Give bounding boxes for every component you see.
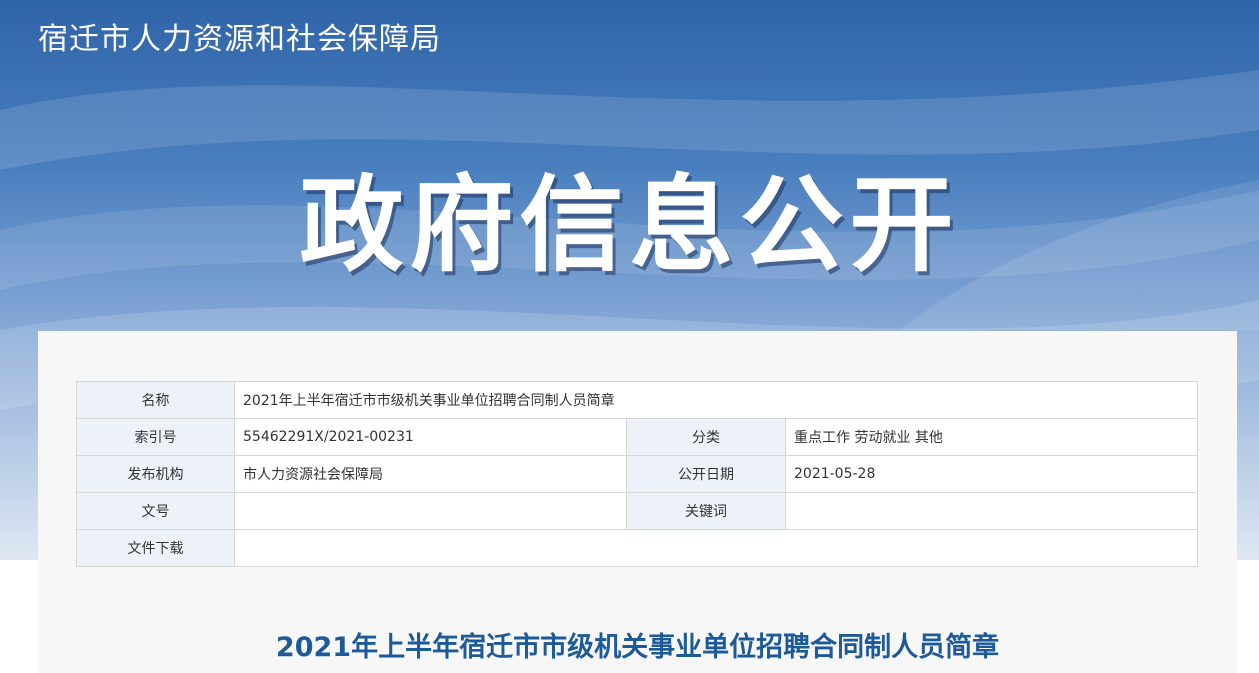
publisher-label: 发布机构 [76,455,235,493]
keywords-value [785,492,1198,530]
table-row: 名称 2021年上半年宿迁市市级机关事业单位招聘合同制人员简章 [76,381,1198,419]
index-label: 索引号 [76,418,235,456]
table-row: 发布机构 市人力资源社会保障局 公开日期 2021-05-28 [76,455,1198,493]
article-title: 2021年上半年宿迁市市级机关事业单位招聘合同制人员简章 [275,632,1000,663]
table-row: 索引号 55462291X/2021-00231 分类 重点工作 劳动就业 其他 [76,418,1198,456]
table-row: 文件下载 [76,529,1198,567]
date-value: 2021-05-28 [785,455,1198,493]
table-row: 文号 关键词 [76,492,1198,530]
download-label: 文件下载 [76,529,235,567]
publisher-value: 市人力资源社会保障局 [234,455,627,493]
banner-heading: 政府信息公开 [299,164,960,286]
index-value: 55462291X/2021-00231 [234,418,627,456]
doc-number-value [234,492,627,530]
name-value: 2021年上半年宿迁市市级机关事业单位招聘合同制人员简章 [234,381,1198,419]
info-table: 名称 2021年上半年宿迁市市级机关事业单位招聘合同制人员简章 索引号 5546… [76,381,1198,567]
doc-number-label: 文号 [76,492,235,530]
category-label: 分类 [626,418,786,456]
download-value[interactable] [234,529,1198,567]
site-title[interactable]: 宿迁市人力资源和社会保障局 [38,14,441,58]
name-label: 名称 [76,381,235,419]
date-label: 公开日期 [626,455,786,493]
content-panel: 名称 2021年上半年宿迁市市级机关事业单位招聘合同制人员简章 索引号 5546… [38,331,1237,673]
keywords-label: 关键词 [626,492,786,530]
category-value: 重点工作 劳动就业 其他 [785,418,1198,456]
